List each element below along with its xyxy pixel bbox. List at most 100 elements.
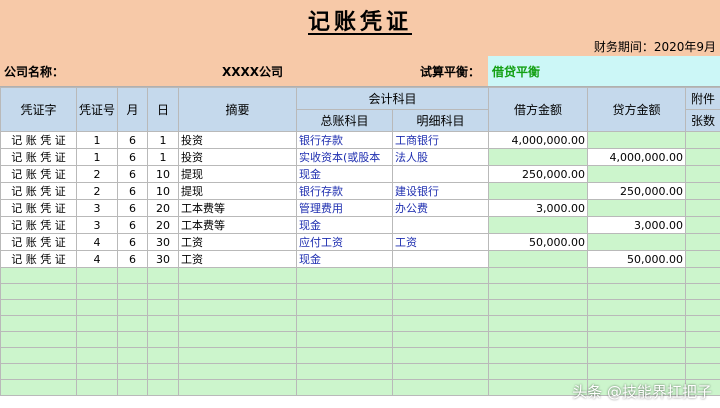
cell-voucher-type[interactable]: 记 账 凭 证: [0, 233, 77, 251]
cell-voucher-no[interactable]: [76, 331, 118, 348]
cell-month[interactable]: [117, 331, 148, 348]
cell-voucher-type[interactable]: [0, 315, 77, 332]
cell-attachments[interactable]: [685, 331, 720, 348]
cell-detail-account[interactable]: 工资: [391, 233, 490, 251]
cell-detail-account[interactable]: [391, 363, 490, 380]
cell-debit[interactable]: [488, 267, 589, 284]
header-account-group[interactable]: 会计科目: [295, 87, 490, 110]
cell-voucher-type[interactable]: [0, 283, 77, 300]
cell-attachments[interactable]: [685, 299, 720, 316]
cell-credit[interactable]: 4,000,000.00: [587, 148, 687, 166]
cell-voucher-type[interactable]: [0, 363, 77, 380]
cell-attachments[interactable]: [685, 199, 720, 217]
cell-month[interactable]: [117, 363, 148, 380]
cell-day[interactable]: 10: [147, 182, 179, 200]
cell-detail-account[interactable]: 办公费: [391, 199, 490, 217]
cell-credit[interactable]: [587, 363, 687, 380]
cell-month[interactable]: 6: [117, 148, 148, 166]
cell-summary[interactable]: 提现: [178, 165, 297, 183]
cell-detail-account[interactable]: 法人股: [391, 148, 490, 166]
cell-general-account[interactable]: [296, 267, 393, 284]
cell-summary[interactable]: [178, 283, 297, 300]
cell-general-account[interactable]: [296, 299, 393, 316]
header-credit[interactable]: 贷方金额: [587, 87, 687, 132]
cell-summary[interactable]: 提现: [178, 182, 297, 200]
cell-general-account[interactable]: [296, 331, 393, 348]
cell-summary[interactable]: [178, 299, 297, 316]
cell-attachments[interactable]: [685, 216, 720, 234]
cell-credit[interactable]: 3,000.00: [587, 216, 687, 234]
cell-summary[interactable]: 工资: [178, 233, 297, 251]
cell-day[interactable]: [147, 283, 179, 300]
cell-credit[interactable]: [587, 347, 687, 364]
cell-credit[interactable]: [587, 283, 687, 300]
cell-day[interactable]: 30: [147, 233, 179, 251]
cell-detail-account[interactable]: [391, 315, 490, 332]
cell-voucher-type[interactable]: [0, 331, 77, 348]
cell-attachments[interactable]: [685, 315, 720, 332]
cell-credit[interactable]: [587, 331, 687, 348]
cell-detail-account[interactable]: [391, 216, 490, 234]
cell-attachments[interactable]: [685, 363, 720, 380]
cell-day[interactable]: 30: [147, 250, 179, 268]
cell-attachments[interactable]: [685, 182, 720, 200]
cell-detail-account[interactable]: [391, 283, 490, 300]
cell-day[interactable]: [147, 363, 179, 380]
cell-credit[interactable]: [587, 199, 687, 217]
cell-attachments[interactable]: [685, 250, 720, 268]
cell-summary[interactable]: 工本费等: [178, 216, 297, 234]
cell-month[interactable]: [117, 299, 148, 316]
cell-month[interactable]: [117, 315, 148, 332]
cell-voucher-no[interactable]: 3: [76, 199, 118, 217]
cell-voucher-no[interactable]: 2: [76, 182, 118, 200]
header-attach-2[interactable]: 张数: [685, 109, 720, 132]
cell-voucher-no[interactable]: [76, 267, 118, 284]
cell-day[interactable]: [147, 379, 179, 396]
cell-detail-account[interactable]: [391, 379, 490, 396]
cell-month[interactable]: [117, 347, 148, 364]
cell-summary[interactable]: [178, 331, 297, 348]
cell-month[interactable]: [117, 379, 148, 396]
cell-summary[interactable]: 投资: [178, 148, 297, 166]
cell-summary[interactable]: [178, 315, 297, 332]
cell-general-account[interactable]: [296, 283, 393, 300]
header-month[interactable]: 月: [117, 87, 148, 132]
cell-debit[interactable]: [488, 148, 589, 166]
cell-general-account[interactable]: 实收资本(或股本: [296, 148, 393, 166]
cell-general-account[interactable]: 银行存款: [296, 131, 393, 149]
cell-general-account[interactable]: [296, 315, 393, 332]
cell-credit[interactable]: [587, 233, 687, 251]
cell-credit[interactable]: [587, 299, 687, 316]
cell-summary[interactable]: [178, 267, 297, 284]
header-general-account[interactable]: 总账科目: [296, 109, 393, 132]
cell-voucher-no[interactable]: 4: [76, 233, 118, 251]
cell-voucher-type[interactable]: [0, 347, 77, 364]
cell-month[interactable]: 6: [117, 216, 148, 234]
balance-cell[interactable]: 借贷平衡: [488, 56, 720, 86]
cell-voucher-type[interactable]: 记 账 凭 证: [0, 250, 77, 268]
cell-voucher-no[interactable]: 1: [76, 131, 118, 149]
cell-credit[interactable]: [587, 315, 687, 332]
cell-voucher-type[interactable]: 记 账 凭 证: [0, 199, 77, 217]
cell-detail-account[interactable]: [391, 347, 490, 364]
cell-month[interactable]: 6: [117, 131, 148, 149]
cell-summary[interactable]: 工资: [178, 250, 297, 268]
cell-debit[interactable]: [488, 216, 589, 234]
cell-voucher-no[interactable]: [76, 363, 118, 380]
company-name[interactable]: XXXX公司: [222, 63, 283, 80]
cell-voucher-no[interactable]: [76, 299, 118, 316]
cell-debit[interactable]: [488, 182, 589, 200]
cell-voucher-no[interactable]: 2: [76, 165, 118, 183]
cell-general-account[interactable]: 现金: [296, 216, 393, 234]
cell-voucher-type[interactable]: [0, 267, 77, 284]
cell-attachments[interactable]: [685, 267, 720, 284]
cell-voucher-type[interactable]: 记 账 凭 证: [0, 148, 77, 166]
cell-credit[interactable]: 250,000.00: [587, 182, 687, 200]
cell-month[interactable]: 6: [117, 165, 148, 183]
cell-month[interactable]: 6: [117, 250, 148, 268]
cell-debit[interactable]: 4,000,000.00: [488, 131, 589, 149]
cell-debit[interactable]: [488, 347, 589, 364]
cell-month[interactable]: 6: [117, 233, 148, 251]
cell-day[interactable]: 20: [147, 199, 179, 217]
cell-detail-account[interactable]: [391, 250, 490, 268]
